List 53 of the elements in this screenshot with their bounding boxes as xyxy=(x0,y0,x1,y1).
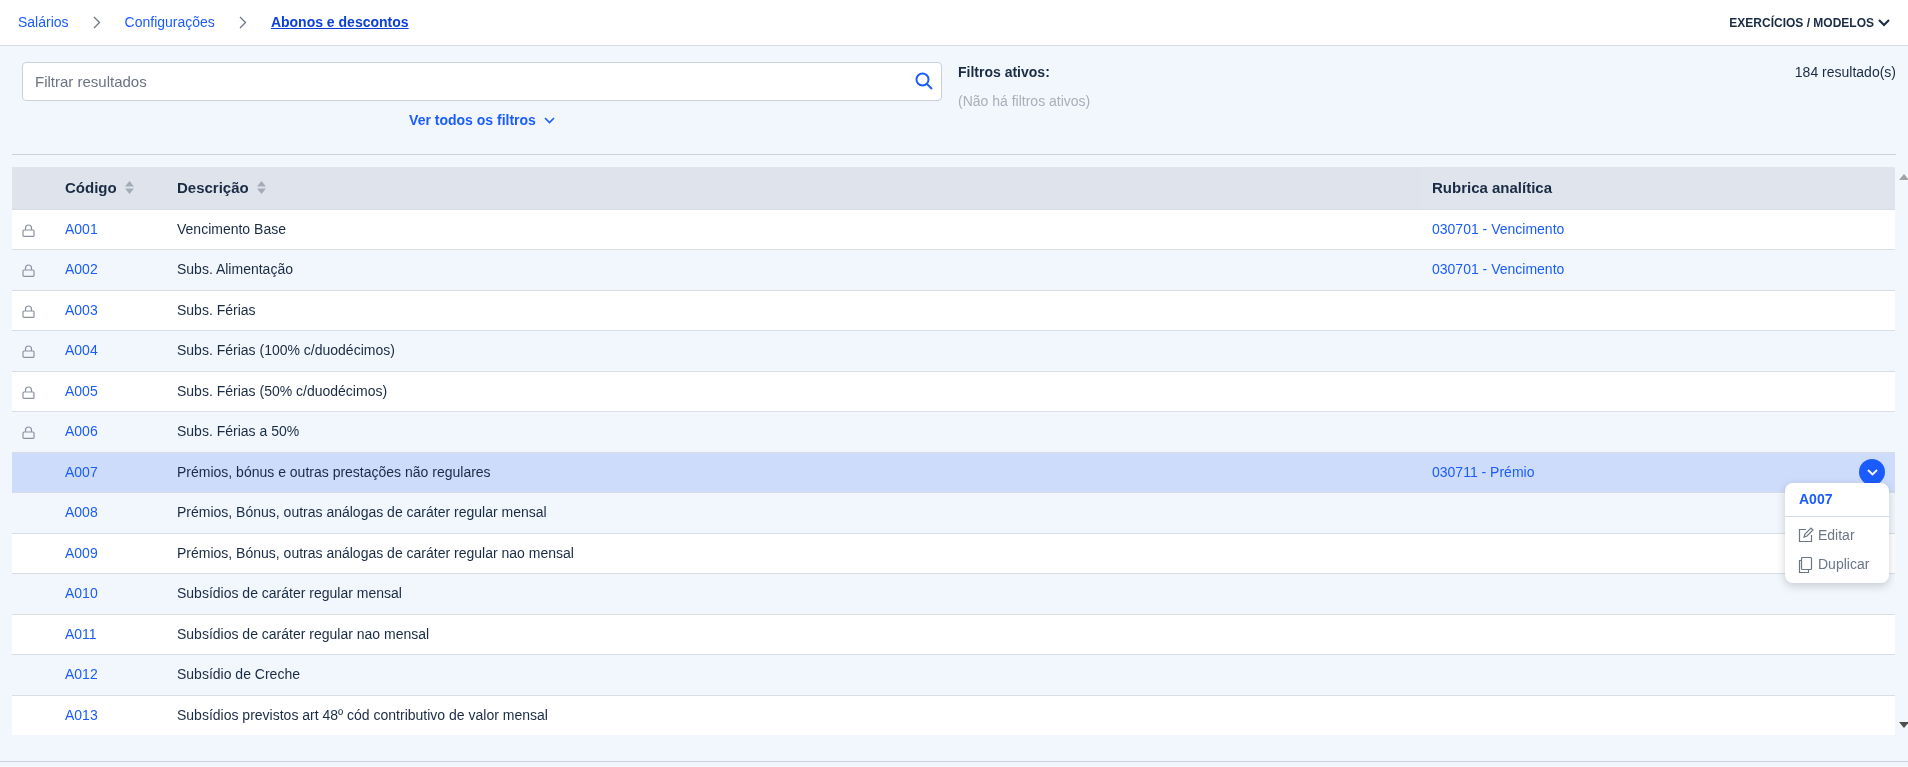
menu-item[interactable]: Editar xyxy=(1785,520,1867,550)
code-link[interactable]: A002 xyxy=(65,261,98,278)
rubric-link[interactable]: 030701 - Vencimento xyxy=(1432,259,1565,281)
edit-icon xyxy=(1797,526,1814,544)
code-link[interactable]: A004 xyxy=(65,342,98,359)
table-cell: Subsídio de Creche xyxy=(177,666,300,683)
code-link[interactable]: A008 xyxy=(65,504,98,521)
menu-title: A007 xyxy=(1799,490,1833,507)
table-cell: Subsídios de caráter regular mensal xyxy=(177,585,402,602)
code-link[interactable]: A013 xyxy=(65,707,98,723)
code-link[interactable]: A001 xyxy=(65,220,98,237)
scroll-down-icon[interactable] xyxy=(1899,722,1908,728)
code-link[interactable]: A006 xyxy=(65,423,98,440)
filters-toggle[interactable]: Ver todos os filtros xyxy=(403,109,561,132)
search-icon[interactable] xyxy=(915,72,933,90)
breadcrumb-link[interactable]: Salários xyxy=(18,12,69,33)
code-link[interactable]: A009 xyxy=(65,544,98,561)
chevron-right-icon xyxy=(92,16,101,29)
code-link[interactable]: A007 xyxy=(65,463,98,480)
table-cell: Prémios, Bónus, outras análogas de caráter regular mensal xyxy=(177,504,547,521)
table-cell: Subs. Férias (100% c/duodécimos) xyxy=(177,342,395,359)
rubric-link[interactable]: 030701 - Vencimento xyxy=(1432,218,1565,240)
copy-icon xyxy=(1797,555,1814,573)
code-link[interactable]: A011 xyxy=(65,625,97,642)
code-link[interactable]: A005 xyxy=(65,382,98,399)
rubric-link[interactable]: 030711 - Prémio xyxy=(1432,461,1535,483)
table-cell: Vencimento Base xyxy=(177,220,286,237)
chevron-down-icon xyxy=(543,117,555,124)
active-filters-label: Filtros ativos: xyxy=(958,63,1050,82)
column-header[interactable]: Rubrica analítica xyxy=(1432,176,1553,199)
result-count: 184 resultado(s) xyxy=(1794,63,1896,82)
chevron-down-icon xyxy=(1878,18,1890,27)
code-link[interactable]: A003 xyxy=(65,301,98,318)
code-link[interactable]: A010 xyxy=(65,585,98,602)
exercises-models-menu[interactable]: EXERCÍCIOS / MODELOS xyxy=(1729,13,1890,32)
table-cell: Prémios, bónus e outras prestações não regulares xyxy=(177,463,491,480)
table-cell: Subsídios previstos art 48º cód contributivo de valor mensal xyxy=(177,707,548,723)
code-link[interactable]: A012 xyxy=(65,666,98,683)
table-cell: Subsídios de caráter regular nao mensal xyxy=(177,625,430,642)
table-cell: Subs. Férias a 50% xyxy=(177,423,300,440)
chevron-down-icon xyxy=(1866,468,1878,476)
row-menu-button[interactable] xyxy=(1859,459,1885,486)
breadcrumb-link[interactable]: Configurações xyxy=(124,12,215,33)
menu-item[interactable]: Duplicar xyxy=(1785,549,1882,579)
column-header[interactable]: Descrição xyxy=(177,176,249,199)
chevron-right-icon xyxy=(238,16,247,29)
no-filters-text: (Não há filtros ativos) xyxy=(958,92,1092,111)
table-cell: Prémios, Bónus, outras análogas de caráter regular nao mensal xyxy=(177,544,574,561)
search-field[interactable]: Filtrar resultados xyxy=(22,62,942,101)
table-cell: Subs. Férias xyxy=(177,301,256,318)
table-cell: Subs. Férias (50% c/duodécimos) xyxy=(177,382,388,399)
table-cell: Subs. Alimentação xyxy=(177,261,293,278)
breadcrumb-link[interactable]: Abonos e descontos xyxy=(270,12,409,33)
